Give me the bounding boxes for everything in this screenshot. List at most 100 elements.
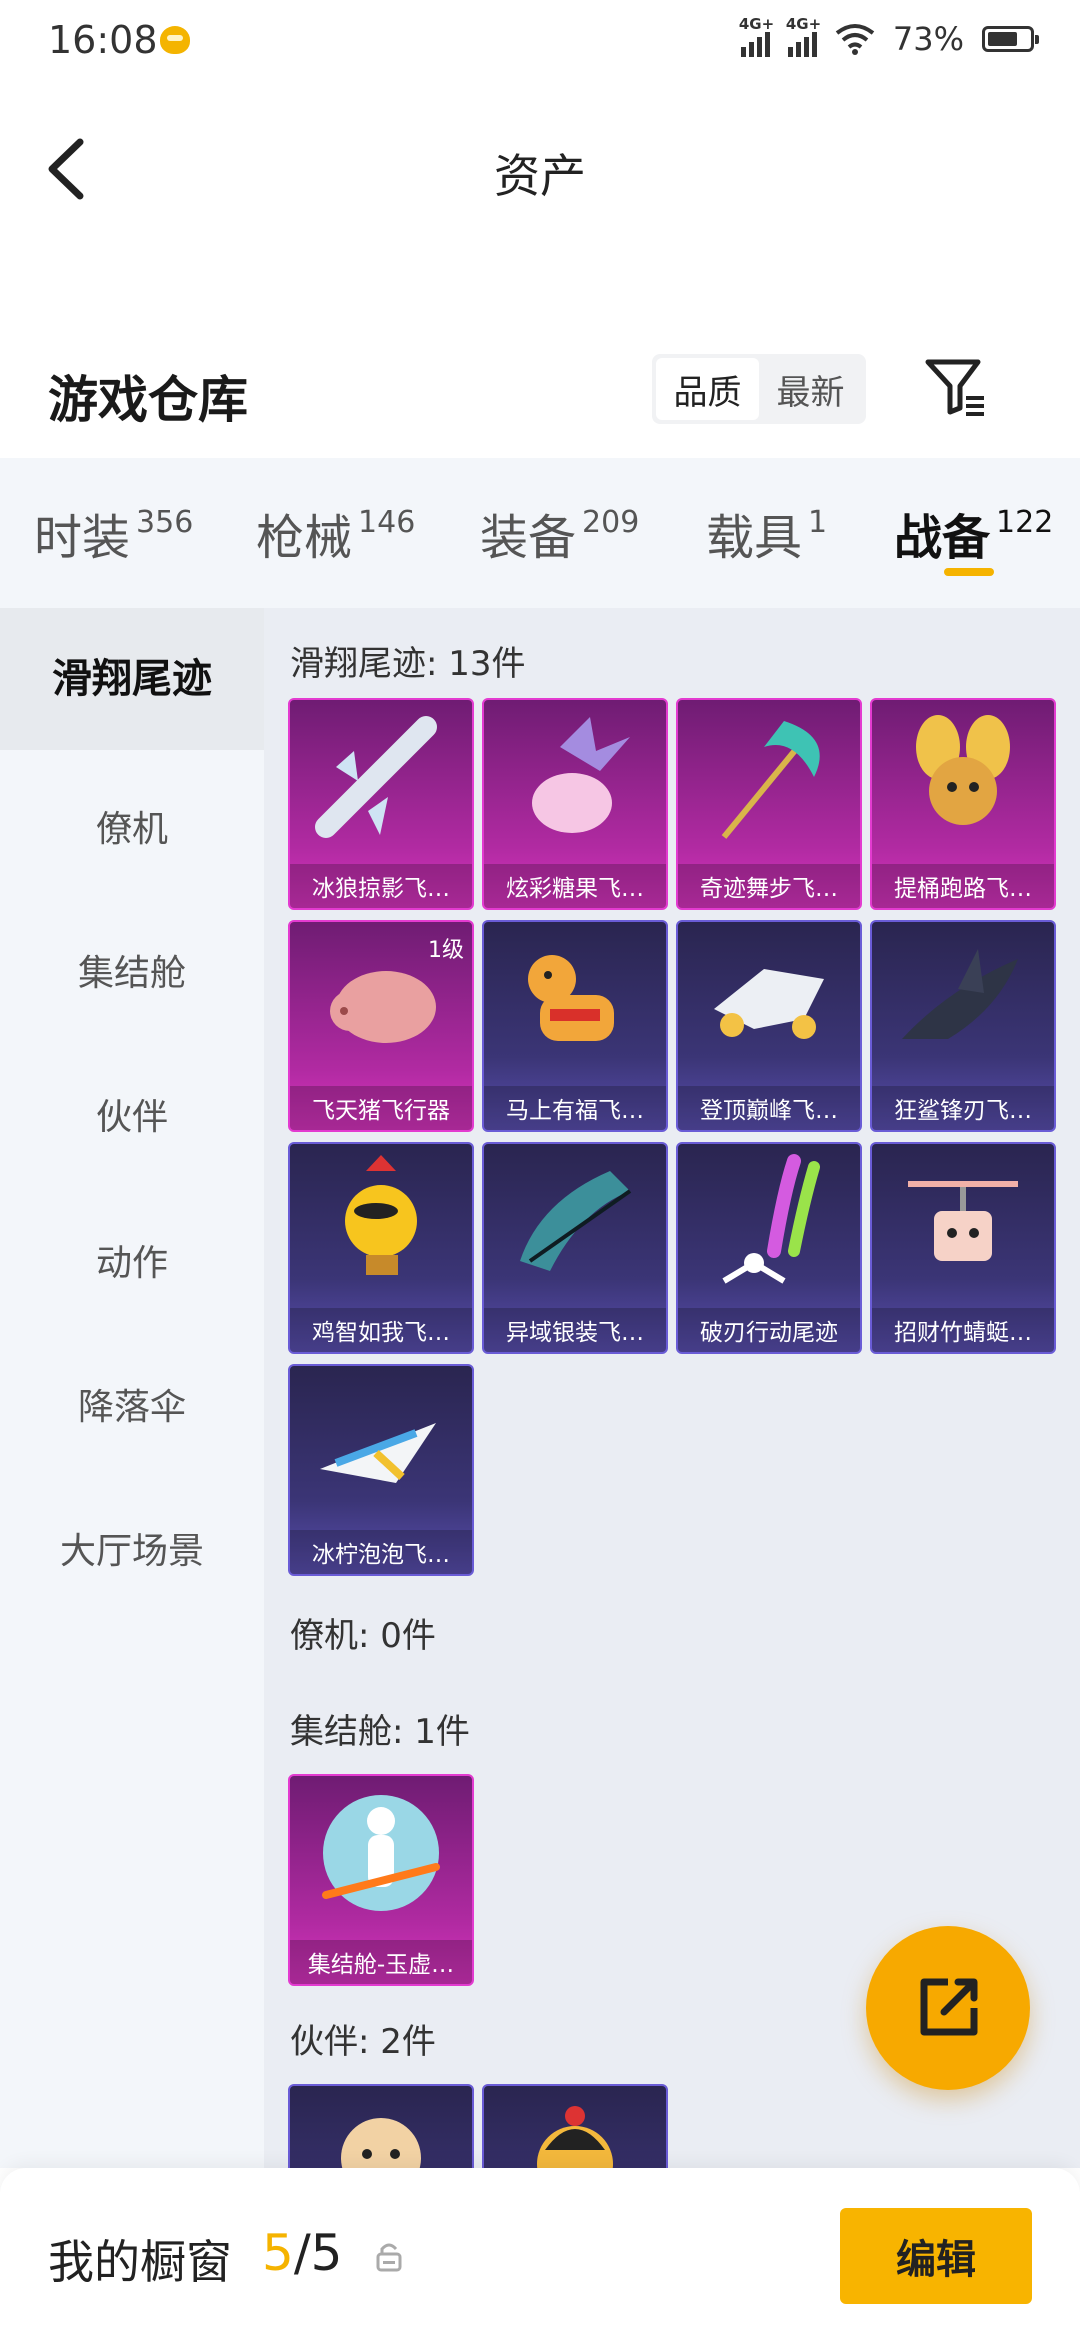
item-name: 马上有福飞… <box>484 1086 666 1130</box>
tab-count: 1 <box>808 505 828 540</box>
edit-button[interactable]: 编辑 <box>840 2208 1032 2304</box>
showcase-label: 我的橱窗 <box>48 2235 232 2289</box>
status-bar: 16:08 4G+ 4G+ 73% <box>0 0 1080 84</box>
item-card-glide[interactable]: 异域银装飞… <box>482 1142 668 1354</box>
item-card-glide[interactable]: 马上有福飞… <box>482 920 668 1132</box>
tab-vehicles[interactable]: 载具 1 <box>706 498 827 568</box>
page-title: 资产 <box>494 149 586 203</box>
item-art <box>872 700 1054 864</box>
side-item-wingman[interactable]: 僚机 <box>0 800 264 852</box>
item-card-glide[interactable]: 冰柠泡泡飞… <box>288 1364 474 1576</box>
item-art <box>872 1144 1054 1308</box>
item-art <box>484 700 666 864</box>
item-card-glide[interactable]: 登顶巅峰飞… <box>676 920 862 1132</box>
item-card-glide[interactable]: 炫彩糖果飞… <box>482 698 668 910</box>
section-title-glide: 滑翔尾迹: 13件 <box>290 644 526 684</box>
item-art <box>484 1144 666 1308</box>
item-name: 奇迹舞步飞… <box>678 864 860 908</box>
showcase-bar: 我的橱窗 5/5 编辑 <box>0 2168 1080 2340</box>
item-card-partner-1[interactable] <box>288 2084 474 2168</box>
item-card-glide[interactable]: 破刃行动尾迹 <box>676 1142 862 1354</box>
wifi-icon <box>835 24 875 55</box>
battery-icon <box>982 26 1039 52</box>
item-name: 招财竹蜻蜓… <box>872 1308 1054 1352</box>
showcase-separator: / <box>293 2224 311 2282</box>
top-nav: 资产 <box>0 100 1080 230</box>
side-item-partner[interactable]: 伙伴 <box>0 1088 264 1140</box>
item-art <box>290 1144 472 1308</box>
sort-quality-option[interactable]: 品质 <box>656 358 759 420</box>
item-name: 飞天猪飞行器 <box>290 1086 472 1130</box>
item-art <box>484 2086 666 2168</box>
status-time: 16:08 <box>48 18 158 62</box>
item-name: 冰狼掠影飞… <box>290 864 472 908</box>
item-name: 狂鲨锋刃飞… <box>872 1086 1054 1130</box>
item-card-glide[interactable]: 冰狼掠影飞… <box>288 698 474 910</box>
item-art <box>678 922 860 1086</box>
item-name: 炫彩糖果飞… <box>484 864 666 908</box>
item-art <box>484 922 666 1086</box>
share-icon <box>920 1978 978 2036</box>
item-name: 破刃行动尾迹 <box>678 1308 860 1352</box>
item-art <box>290 1366 472 1530</box>
active-tab-indicator <box>944 568 994 576</box>
tab-firearms[interactable]: 枪械 146 <box>256 498 415 568</box>
warehouse-title: 游戏仓库 <box>48 371 248 429</box>
tab-count: 356 <box>136 505 194 540</box>
sort-toggle: 品质 最新 <box>652 354 866 424</box>
item-art <box>872 922 1054 1086</box>
lock-icon <box>376 2243 402 2272</box>
showcase-count: 5/5 <box>262 2224 342 2282</box>
tab-equipment[interactable]: 装备 209 <box>480 498 639 568</box>
filter-icon[interactable] <box>922 354 988 420</box>
section-title-partner: 伙伴: 2件 <box>290 2022 436 2062</box>
item-card-glide[interactable]: 招财竹蜻蜓… <box>870 1142 1056 1354</box>
item-name: 异域银装飞… <box>484 1308 666 1352</box>
section-title-capsule: 集结舱: 1件 <box>290 1712 470 1752</box>
item-art <box>290 1776 472 1940</box>
share-button[interactable] <box>866 1926 1030 2090</box>
tab-label: 枪械 <box>256 510 353 566</box>
item-card-glide[interactable]: 鸡智如我飞… <box>288 1142 474 1354</box>
tab-battle-gear[interactable]: 战备 122 <box>894 498 1053 568</box>
item-level-badge: 1级 <box>428 938 464 963</box>
signal-icon: 4G+ <box>739 15 774 57</box>
item-name: 冰柠泡泡飞… <box>290 1530 472 1574</box>
item-art <box>290 2086 472 2168</box>
app-mascot-icon <box>160 26 190 54</box>
network-type-2: 4G+ <box>785 15 822 33</box>
item-name: 提桶跑路飞… <box>872 864 1054 908</box>
item-card-glide[interactable]: 提桶跑路飞… <box>870 698 1056 910</box>
item-card-glide[interactable]: 1级飞天猪飞行器 <box>288 920 474 1132</box>
tab-label: 时装 <box>34 510 131 566</box>
signal-icon-2: 4G+ <box>786 15 821 57</box>
side-item-emote[interactable]: 动作 <box>0 1234 264 1286</box>
item-art <box>678 1144 860 1308</box>
tab-label: 装备 <box>480 510 577 566</box>
showcase-total: 5 <box>310 2224 343 2282</box>
tab-label: 载具 <box>706 510 803 566</box>
tab-count: 146 <box>358 505 416 540</box>
item-card-glide[interactable]: 狂鲨锋刃飞… <box>870 920 1056 1132</box>
side-item-parachute[interactable]: 降落伞 <box>0 1378 264 1430</box>
tab-label: 战备 <box>894 510 991 566</box>
item-name: 登顶巅峰飞… <box>678 1086 860 1130</box>
sort-latest-option[interactable]: 最新 <box>759 358 862 420</box>
item-art <box>678 700 860 864</box>
tab-count: 209 <box>582 505 640 540</box>
item-art <box>290 700 472 864</box>
tab-fashion[interactable]: 时装 356 <box>34 498 193 568</box>
item-name: 鸡智如我飞… <box>290 1308 472 1352</box>
side-item-lobby-scene[interactable]: 大厅场景 <box>0 1522 264 1574</box>
item-card-capsule[interactable]: 集结舱-玉虚… <box>288 1774 474 1986</box>
showcase-used: 5 <box>262 2224 294 2282</box>
side-item-capsule[interactable]: 集结舱 <box>0 944 264 996</box>
side-nav: 滑翔尾迹 僚机 集结舱 伙伴 动作 降落伞 大厅场景 <box>0 608 264 2168</box>
item-name: 集结舱-玉虚… <box>290 1940 472 1984</box>
item-card-partner-2[interactable] <box>482 2084 668 2168</box>
side-item-glide-trail[interactable]: 滑翔尾迹 <box>0 608 264 750</box>
tab-count: 122 <box>996 505 1054 540</box>
item-card-glide[interactable]: 奇迹舞步飞… <box>676 698 862 910</box>
category-tabs: 时装 356 枪械 146 装备 209 载具 1 战备 122 <box>0 458 1080 608</box>
network-type-1: 4G+ <box>738 15 775 33</box>
